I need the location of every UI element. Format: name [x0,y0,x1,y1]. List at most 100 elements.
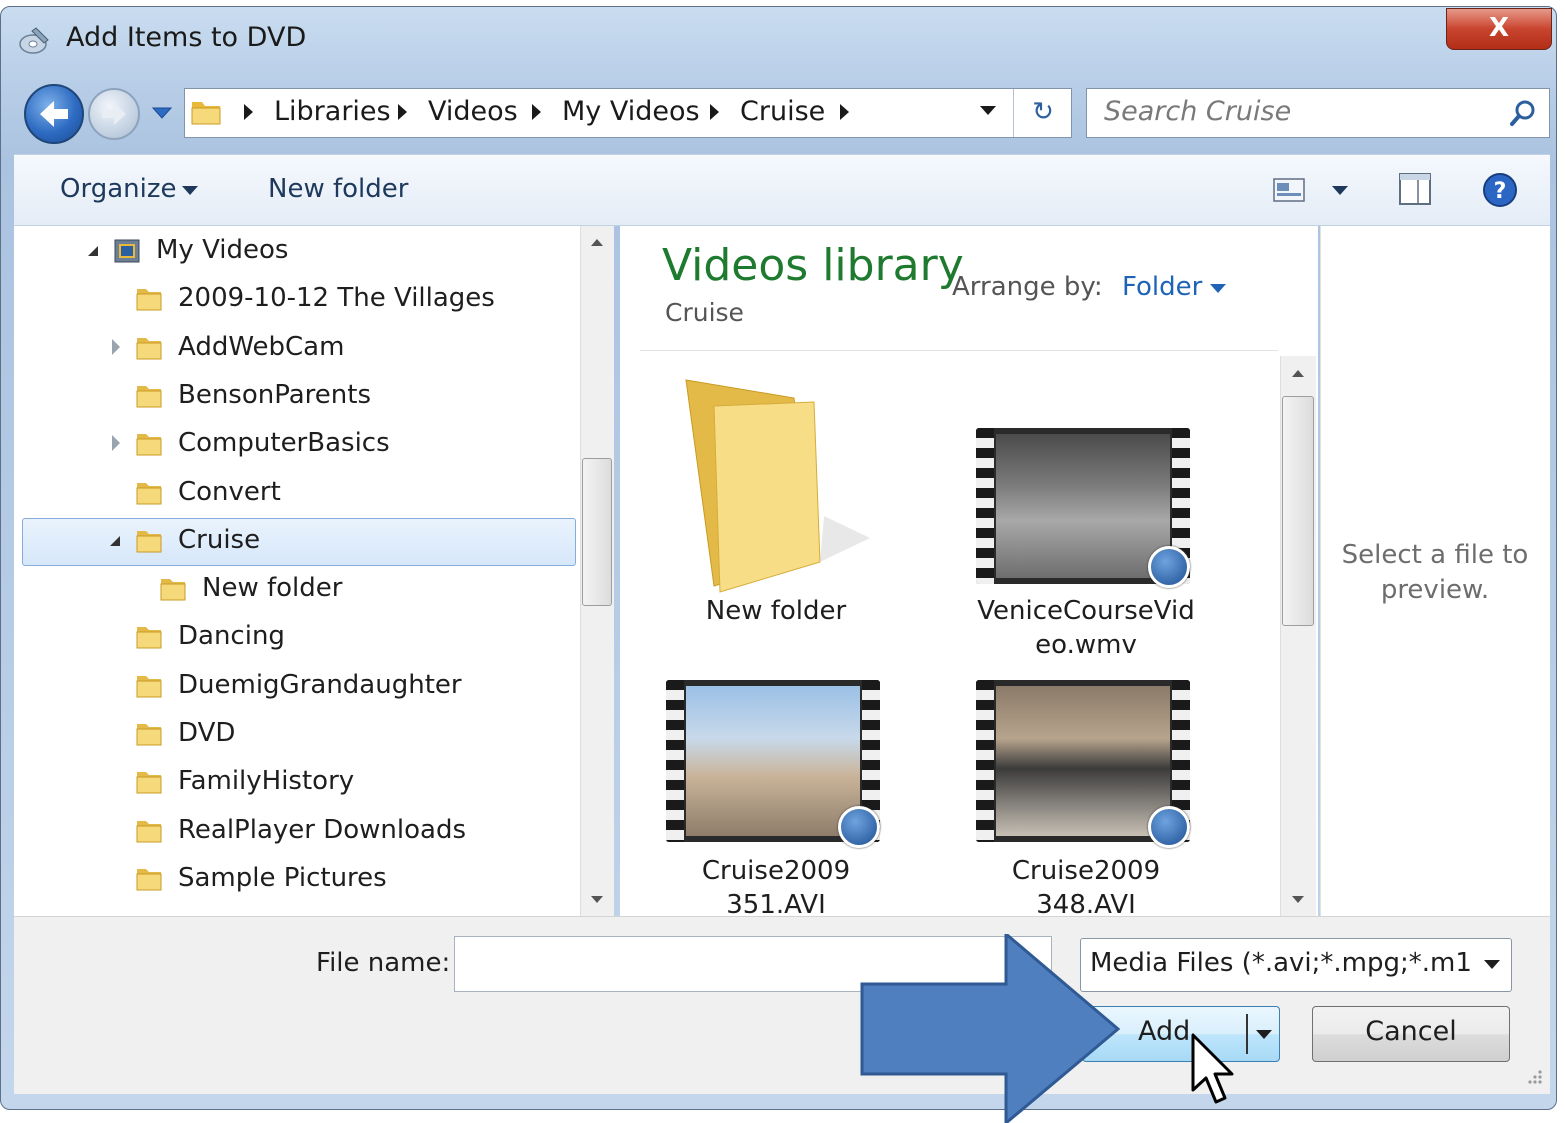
tree-item-label: DVD [178,718,236,748]
file-item-label-line1[interactable]: Cruise2009 [660,854,892,889]
tree-item[interactable]: DVD [0,713,576,757]
folder-icon [136,531,162,553]
collapse-icon[interactable] [88,246,98,256]
back-arrow-icon [40,101,68,127]
chevron-down-icon[interactable] [1484,960,1500,969]
tree-item-label: FamilyHistory [178,766,355,796]
tree-item-label: Dancing [178,621,285,651]
tree-item[interactable]: Cruise [0,520,576,564]
search-placeholder: Search Cruise [1104,96,1292,127]
new-folder-button[interactable]: New folder [268,174,408,204]
folder-icon [136,676,162,698]
folder-icon [136,386,162,408]
tree-item[interactable]: 2009-10-12 The Villages [0,278,576,322]
chevron-down-icon[interactable] [1210,284,1226,293]
tree-item-label: AddWebCam [178,332,345,362]
breadcrumb-videos[interactable]: Videos [428,96,518,127]
resize-grip-icon[interactable] [1524,1066,1544,1086]
tree-item[interactable]: BensonParents [0,375,576,419]
tree-item[interactable]: My Videos [0,230,576,274]
folder-icon [136,627,162,649]
recent-pages-dropdown-icon[interactable] [148,100,176,124]
file-item-label[interactable]: New folder [674,594,878,629]
cancel-button-label: Cancel [1365,1016,1457,1047]
breadcrumb-my-videos[interactable]: My Videos [562,96,700,127]
folder-icon [160,579,186,601]
folder-icon [191,102,221,125]
breadcrumb-cruise[interactable]: Cruise [740,96,825,127]
close-button[interactable]: X [1446,8,1552,50]
tree-item[interactable]: DuemigGrandaughter [0,665,576,709]
folder-icon [136,338,162,360]
add-button-label: Add [1138,1016,1191,1047]
mouse-pointer-icon [1191,1033,1234,1104]
tree-item-label: New folder [202,573,343,603]
forward-button[interactable] [88,88,140,140]
tree-item-label: DuemigGrandaughter [178,670,462,700]
chevron-down-icon[interactable] [182,186,198,195]
breadcrumb-separator-icon[interactable] [398,104,407,120]
address-history-dropdown-icon[interactable] [980,106,996,115]
tree-item[interactable]: FamilyHistory [0,761,576,805]
file-name-label: File name: [316,948,451,978]
tree-item-label: Cruise [178,525,261,555]
breadcrumb-separator-icon[interactable] [244,104,253,120]
help-icon[interactable]: ? [1482,172,1518,208]
dvd-maker-icon [19,27,49,54]
window-title: Add Items to DVD [66,22,307,53]
file-item-label-line1[interactable]: Cruise2009 [970,854,1202,889]
search-icon[interactable] [1508,98,1538,128]
tree-item-label: BensonParents [178,380,372,410]
folder-icon [136,821,162,843]
arrange-by-label: Arrange by: [952,272,1103,302]
scroll-up-arrow-icon[interactable] [1281,356,1315,390]
organize-menu-button[interactable]: Organize [60,174,176,204]
collapse-icon[interactable] [110,536,120,546]
navigation-scroll-thumb[interactable] [582,458,612,606]
file-list-scroll-thumb[interactable] [1282,396,1314,626]
arrange-by-dropdown[interactable]: Folder [1122,272,1202,302]
breadcrumb-libraries[interactable]: Libraries [274,96,391,127]
tree-item[interactable]: RealPlayer Downloads [0,810,576,854]
tree-item[interactable]: ComputerBasics [0,423,576,467]
tree-item-label: Convert [178,477,281,507]
file-type-value: Media Files (*.avi;*.mpg;*.m1v; [1090,948,1470,978]
annotation-arrow-icon [860,934,1120,1123]
close-icon: X [1488,13,1510,43]
expand-icon[interactable] [112,339,120,355]
add-options-dropdown-icon[interactable] [1256,1030,1272,1039]
folder-icon [136,724,162,746]
tree-item[interactable]: New folder [0,568,576,612]
play-icon [838,806,880,848]
preview-pane-icon[interactable] [1398,172,1432,206]
breadcrumb-separator-icon[interactable] [532,104,541,120]
forward-arrow-icon [102,103,126,125]
breadcrumb-separator-icon[interactable] [840,104,849,120]
tree-item-label: Sample Pictures [178,863,387,893]
back-button[interactable] [24,84,84,144]
file-item-label-line2[interactable]: eo.wmv [962,628,1210,663]
refresh-icon: ↻ [1032,97,1054,127]
tree-item[interactable]: Sample Pictures [0,858,576,902]
refresh-button[interactable]: ↻ [1013,89,1072,137]
large-folder-icon[interactable] [674,366,884,596]
folder-icon [136,772,162,794]
scroll-down-arrow-icon[interactable] [580,884,614,916]
command-bar [14,154,1550,226]
scroll-up-arrow-icon[interactable] [581,226,613,258]
scroll-down-arrow-icon[interactable] [1280,884,1316,916]
change-view-icon[interactable] [1272,176,1306,204]
breadcrumb-separator-icon[interactable] [710,104,719,120]
library-title: Videos library [662,240,964,291]
folder-icon [136,869,162,891]
file-item-label-line1[interactable]: VeniceCourseVid [962,594,1210,629]
tree-item[interactable]: Dancing [0,616,576,660]
expand-icon[interactable] [112,435,120,451]
tree-item-label: ComputerBasics [178,428,390,458]
view-options-dropdown-icon[interactable] [1332,186,1348,195]
tree-item-label: My Videos [156,235,289,265]
tree-item[interactable]: Convert [0,472,576,516]
tree-item[interactable]: AddWebCam [0,327,576,371]
play-icon [1148,546,1190,588]
preview-message: Select a file to preview. [1341,540,1529,605]
